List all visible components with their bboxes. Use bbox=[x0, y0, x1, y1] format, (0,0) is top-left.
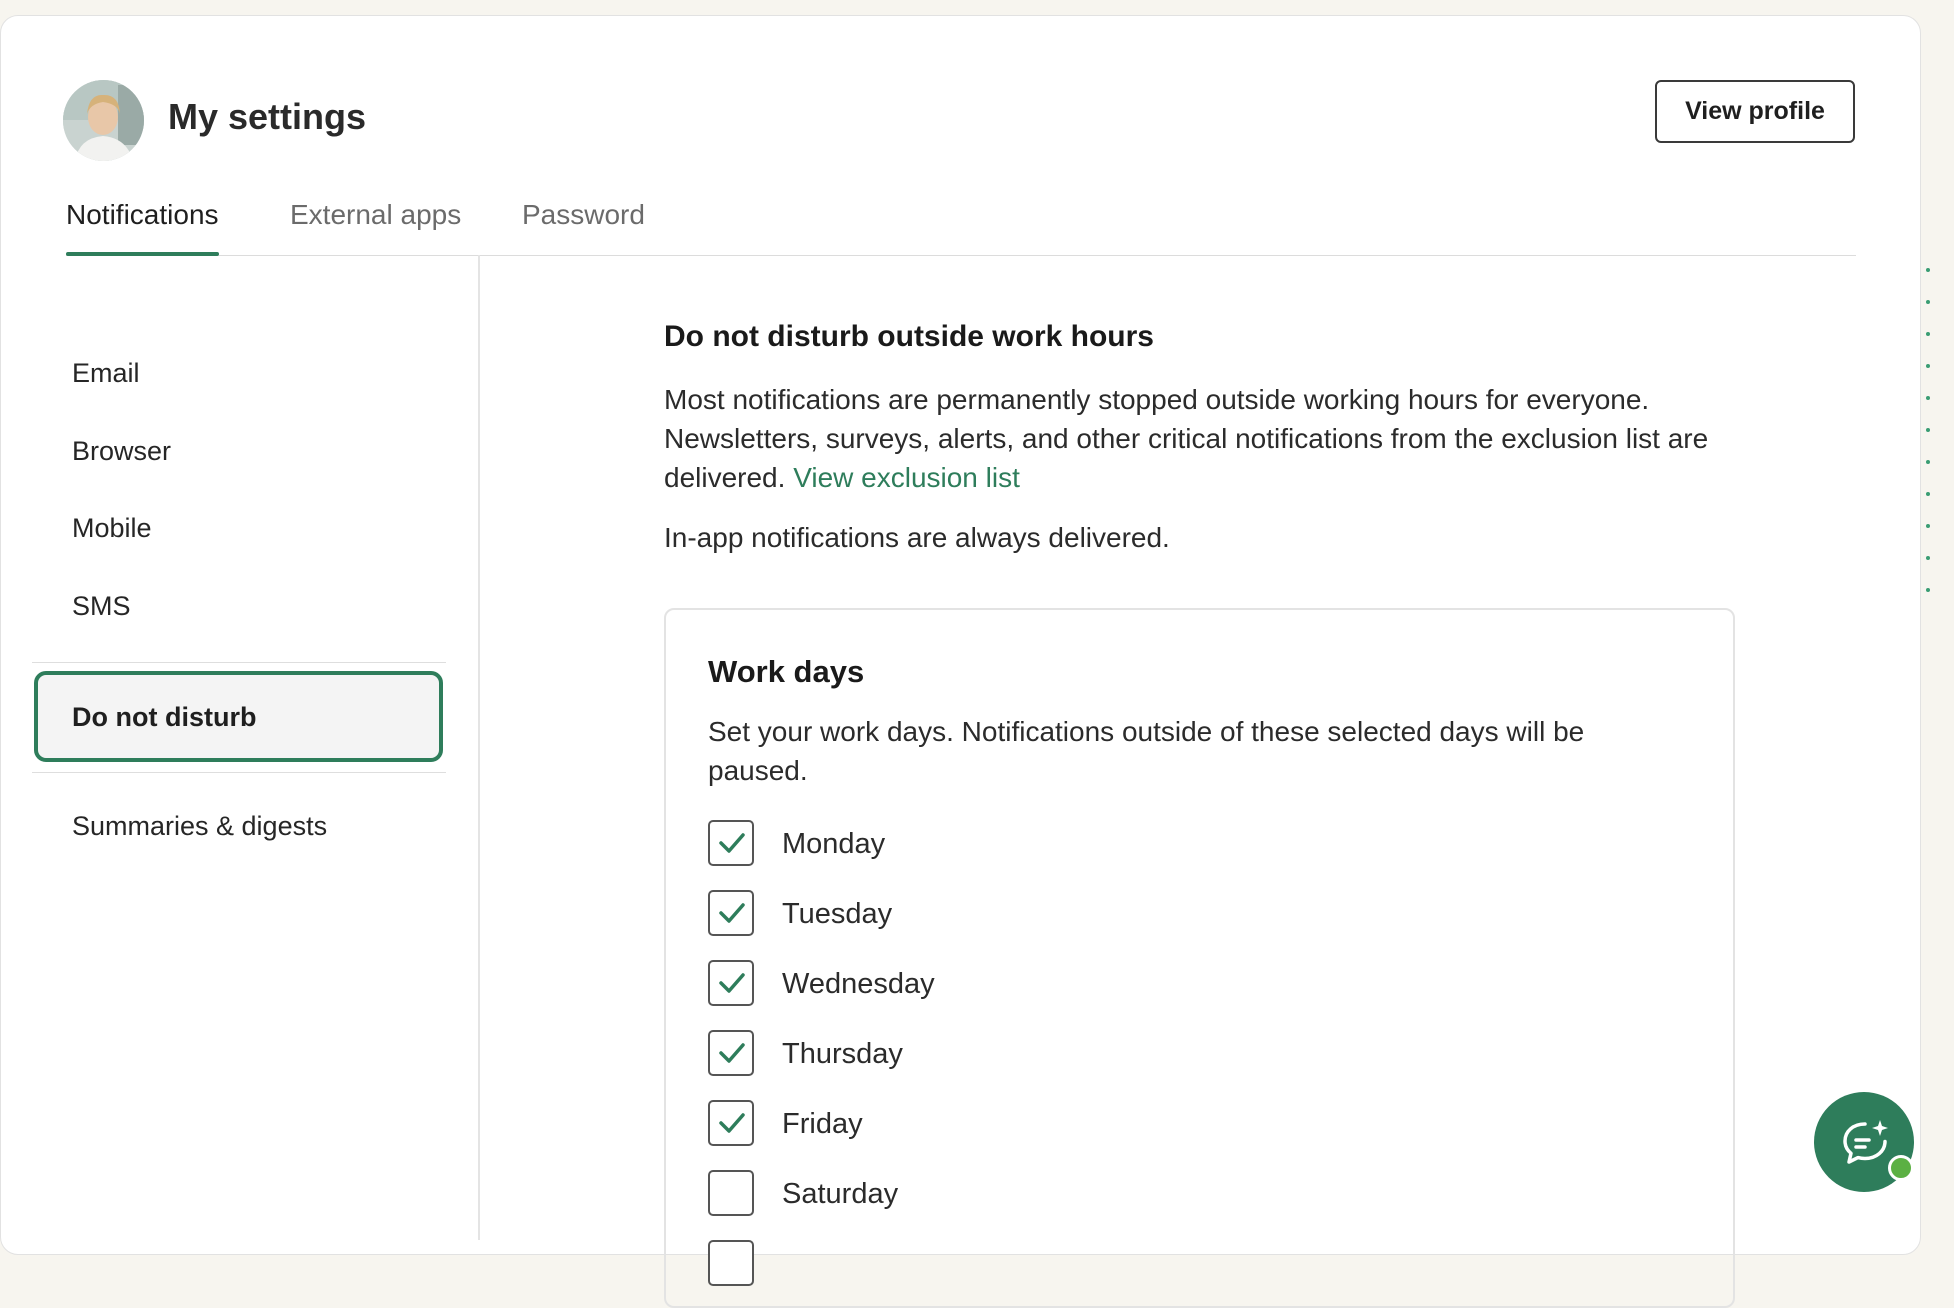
sidebar-item-email[interactable]: Email bbox=[72, 358, 140, 389]
checkbox-saturday[interactable] bbox=[708, 1170, 754, 1216]
sidebar-item-mobile[interactable]: Mobile bbox=[72, 513, 152, 544]
check-icon bbox=[719, 833, 745, 853]
checkbox-thursday[interactable] bbox=[708, 1030, 754, 1076]
avatar bbox=[63, 80, 144, 161]
work-days-description: Set your work days. Notifications outsid… bbox=[708, 716, 1585, 786]
section-description: Most notifications are permanently stopp… bbox=[664, 380, 1744, 497]
page-title: My settings bbox=[168, 96, 367, 137]
checkbox-next-day[interactable] bbox=[708, 1240, 754, 1286]
sidebar-item-do-not-disturb[interactable]: Do not disturb bbox=[34, 671, 443, 762]
sidebar-item-browser[interactable]: Browser bbox=[72, 436, 171, 467]
checkbox-friday[interactable] bbox=[708, 1100, 754, 1146]
checkbox-wednesday[interactable] bbox=[708, 960, 754, 1006]
day-label: Friday bbox=[782, 1108, 863, 1140]
day-label: Saturday bbox=[782, 1178, 899, 1210]
check-icon bbox=[719, 973, 745, 993]
checkbox-monday[interactable] bbox=[708, 820, 754, 866]
section-heading: Do not disturb outside work hours bbox=[664, 320, 1154, 353]
sidebar-separator bbox=[32, 772, 446, 773]
tab-external-apps[interactable]: External apps bbox=[290, 195, 461, 255]
scroll-indicator-dots bbox=[1926, 268, 1930, 620]
check-icon bbox=[719, 1043, 745, 1063]
sidebar-item-sms[interactable]: SMS bbox=[72, 591, 131, 622]
in-app-note: In-app notifications are always delivere… bbox=[664, 522, 1170, 553]
tab-bar: Notifications External apps Password bbox=[66, 195, 1856, 256]
day-label: Wednesday bbox=[782, 968, 935, 1000]
checkbox-tuesday[interactable] bbox=[708, 890, 754, 936]
day-label: Tuesday bbox=[782, 898, 893, 930]
view-profile-button[interactable]: View profile bbox=[1655, 80, 1855, 143]
check-icon bbox=[719, 903, 745, 923]
day-label: Thursday bbox=[782, 1038, 903, 1070]
day-saturday[interactable]: Saturday bbox=[708, 1170, 1108, 1220]
day-thursday[interactable]: Thursday bbox=[708, 1030, 1108, 1080]
day-friday[interactable]: Friday bbox=[708, 1100, 1108, 1150]
dnd-section: Do not disturb outside work hours Most n… bbox=[664, 320, 1744, 557]
day-monday[interactable]: Monday bbox=[708, 820, 1108, 870]
work-days-card: Work days Set your work days. Notificati… bbox=[664, 608, 1735, 1308]
check-icon bbox=[719, 1113, 745, 1133]
sidebar-item-label: Do not disturb bbox=[72, 702, 257, 732]
sidebar-divider bbox=[478, 255, 480, 1240]
work-days-title: Work days bbox=[708, 654, 865, 689]
sidebar-separator bbox=[32, 662, 446, 663]
tab-notifications[interactable]: Notifications bbox=[66, 195, 219, 256]
sidebar-item-summaries-digests[interactable]: Summaries & digests bbox=[72, 811, 327, 842]
day-tuesday[interactable]: Tuesday bbox=[708, 890, 1108, 940]
day-label: Monday bbox=[782, 828, 886, 860]
day-wednesday[interactable]: Wednesday bbox=[708, 960, 1108, 1010]
view-exclusion-list-link[interactable]: View exclusion list bbox=[793, 462, 1020, 493]
online-status-dot bbox=[1888, 1155, 1914, 1181]
day-partial[interactable] bbox=[708, 1240, 1108, 1290]
chat-sparkle-icon bbox=[1843, 1120, 1888, 1164]
tab-password[interactable]: Password bbox=[522, 195, 645, 255]
